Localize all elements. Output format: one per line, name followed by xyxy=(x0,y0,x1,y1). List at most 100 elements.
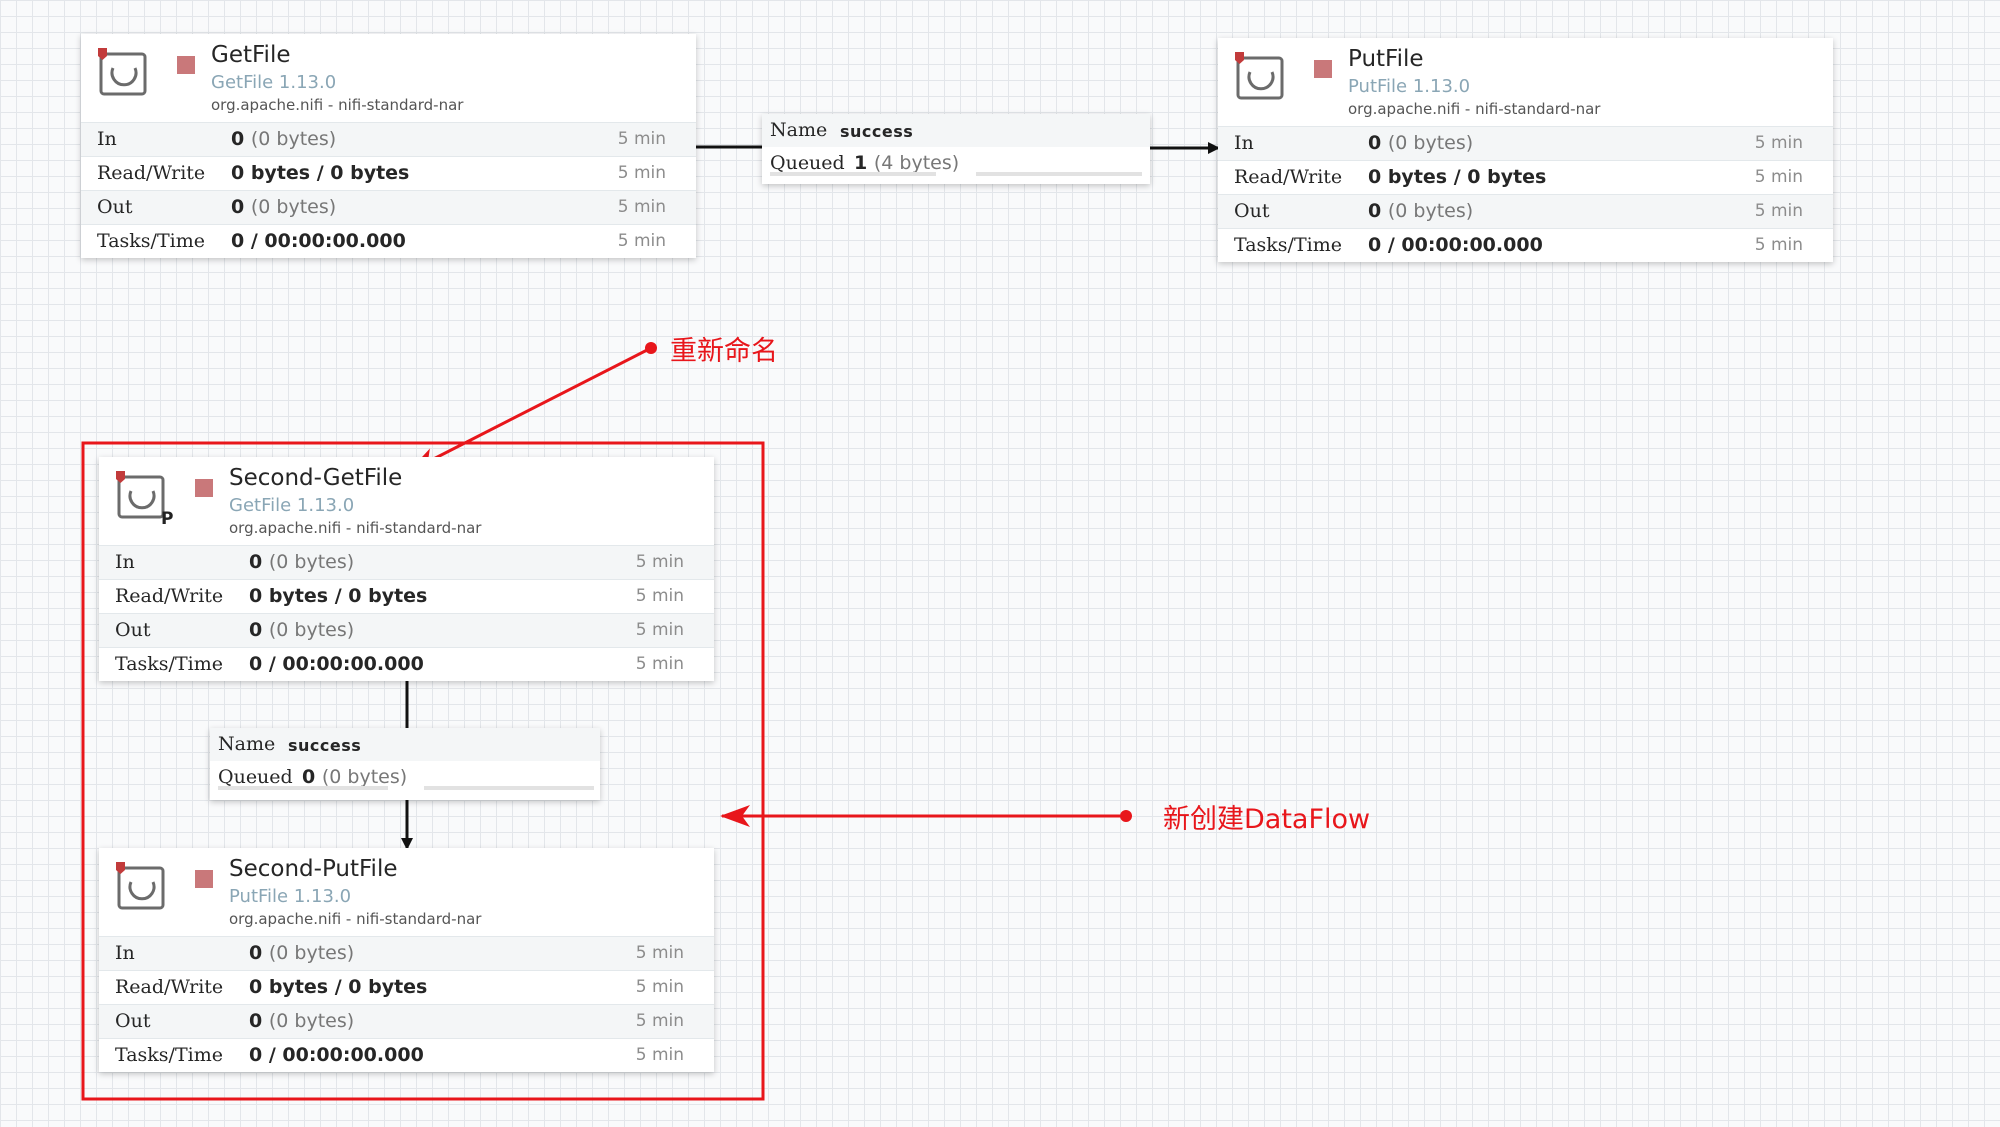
processor-type: PutFile 1.13.0 xyxy=(229,886,352,907)
processor-header: GetFile GetFile 1.13.0 org.apache.nifi -… xyxy=(81,34,696,122)
processor-type: PutFile 1.13.0 xyxy=(1348,76,1471,97)
queued-count: 1 xyxy=(854,152,868,174)
stat-value: 0 (0 bytes) xyxy=(231,128,336,150)
stat-label: Tasks/Time xyxy=(115,653,223,675)
stat-value: 0 bytes / 0 bytes xyxy=(1368,166,1547,188)
processor-bundle: org.apache.nifi - nifi-standard-nar xyxy=(211,96,464,114)
connection-name-row: Name success xyxy=(210,728,600,761)
stat-label: Tasks/Time xyxy=(1234,234,1342,256)
processor-bundle: org.apache.nifi - nifi-standard-nar xyxy=(1348,100,1601,118)
stat-label: Read/Write xyxy=(115,976,224,998)
stat-value: 0 / 00:00:00.000 xyxy=(1368,234,1543,256)
connection-queued-label: Queued xyxy=(770,152,845,174)
processor-icon xyxy=(1232,50,1288,106)
stat-label: Out xyxy=(115,1010,151,1032)
stat-label: In xyxy=(115,942,135,964)
connection-queued-value: 0 (0 bytes) xyxy=(302,766,407,788)
connection-queued-label: Queued xyxy=(218,766,293,788)
processor-second-getfile[interactable]: P Second-GetFile GetFile 1.13.0 org.apac… xyxy=(99,457,714,681)
stat-time: 5 min xyxy=(635,1011,684,1031)
stat-detail: (0 bytes) xyxy=(268,619,355,641)
stat-count: 0 xyxy=(1368,132,1382,154)
stat-label: Read/Write xyxy=(1234,166,1343,188)
stat-count: 0 xyxy=(1368,200,1382,222)
processor-type: GetFile 1.13.0 xyxy=(229,495,355,516)
processor-name: GetFile xyxy=(211,42,291,68)
stat-detail: (0 bytes) xyxy=(1387,200,1474,222)
processor-name: PutFile xyxy=(1348,46,1424,72)
stat-value: 0 (0 bytes) xyxy=(1368,132,1473,154)
stat-row-in: In 0 (0 bytes) 5 min xyxy=(99,545,714,579)
stat-row-out: Out 0 (0 bytes) 5 min xyxy=(81,190,696,224)
stat-count: 0 xyxy=(231,196,245,218)
stat-time: 5 min xyxy=(635,1045,684,1065)
stat-value: 0 bytes / 0 bytes xyxy=(231,162,410,184)
processor-name: Second-GetFile xyxy=(229,465,403,491)
stat-detail: (0 bytes) xyxy=(268,1010,355,1032)
stopped-status-icon[interactable] xyxy=(195,870,213,888)
stat-row-readwrite: Read/Write 0 bytes / 0 bytes 5 min xyxy=(99,970,714,1004)
stat-label: Tasks/Time xyxy=(97,230,205,252)
stat-label: Read/Write xyxy=(97,162,206,184)
stat-row-out: Out 0 (0 bytes) 5 min xyxy=(99,613,714,647)
stat-time: 5 min xyxy=(617,163,666,183)
stat-time: 5 min xyxy=(635,552,684,572)
stat-label: Out xyxy=(115,619,151,641)
stat-detail: (0 bytes) xyxy=(250,128,337,150)
connection-name-row: Name success xyxy=(762,114,1150,147)
stat-value: 0 / 00:00:00.000 xyxy=(249,1044,424,1066)
stat-value: 0 / 00:00:00.000 xyxy=(231,230,406,252)
processor-type: GetFile 1.13.0 xyxy=(211,72,337,93)
stat-label: In xyxy=(1234,132,1254,154)
stat-value: 0 / 00:00:00.000 xyxy=(249,653,424,675)
stat-detail: (0 bytes) xyxy=(1387,132,1474,154)
stat-count: 0 xyxy=(249,1010,263,1032)
stat-detail: (0 bytes) xyxy=(268,942,355,964)
stat-time: 5 min xyxy=(635,620,684,640)
queued-detail: (4 bytes) xyxy=(873,152,960,174)
stat-value: 0 (0 bytes) xyxy=(1368,200,1473,222)
stat-value: 0 (0 bytes) xyxy=(249,942,354,964)
connection-queued-row: Queued 1 (4 bytes) xyxy=(762,147,1150,180)
stat-time: 5 min xyxy=(1754,133,1803,153)
queue-bar xyxy=(424,786,594,790)
connection-success-top[interactable]: Name success Queued 1 (4 bytes) xyxy=(762,114,1150,184)
processor-bundle: org.apache.nifi - nifi-standard-nar xyxy=(229,519,482,537)
stat-row-readwrite: Read/Write 0 bytes / 0 bytes 5 min xyxy=(1218,160,1833,194)
processor-icon xyxy=(113,860,169,916)
stat-time: 5 min xyxy=(617,231,666,251)
connection-success-second[interactable]: Name success Queued 0 (0 bytes) xyxy=(210,728,600,800)
stat-value: 0 (0 bytes) xyxy=(249,1010,354,1032)
stat-count: 0 xyxy=(231,128,245,150)
stat-label: In xyxy=(115,551,135,573)
queued-detail: (0 bytes) xyxy=(321,766,408,788)
stat-value: 0 bytes / 0 bytes xyxy=(249,976,428,998)
stopped-status-icon[interactable] xyxy=(177,56,195,74)
stat-row-in: In 0 (0 bytes) 5 min xyxy=(1218,126,1833,160)
stat-row-tasks: Tasks/Time 0 / 00:00:00.000 5 min xyxy=(99,647,714,681)
stat-time: 5 min xyxy=(1754,235,1803,255)
stat-time: 5 min xyxy=(617,197,666,217)
stopped-status-icon[interactable] xyxy=(1314,60,1332,78)
processor-second-putfile[interactable]: Second-PutFile PutFile 1.13.0 org.apache… xyxy=(99,848,714,1072)
queue-bar xyxy=(218,786,388,790)
connection-name: success xyxy=(288,736,362,755)
processor-header: PutFile PutFile 1.13.0 org.apache.nifi -… xyxy=(1218,38,1833,126)
processor-putfile[interactable]: PutFile PutFile 1.13.0 org.apache.nifi -… xyxy=(1218,38,1833,262)
stat-value: 0 bytes / 0 bytes xyxy=(249,585,428,607)
connection-queued-row: Queued 0 (0 bytes) xyxy=(210,761,600,794)
rename-arrow xyxy=(408,346,652,473)
stat-row-out: Out 0 (0 bytes) 5 min xyxy=(99,1004,714,1038)
primary-node-badge: P xyxy=(161,509,174,529)
connection-name-label: Name xyxy=(218,733,276,755)
stat-count: 0 xyxy=(249,942,263,964)
stat-row-in: In 0 (0 bytes) 5 min xyxy=(99,936,714,970)
processor-icon xyxy=(95,46,151,102)
processor-getfile[interactable]: GetFile GetFile 1.13.0 org.apache.nifi -… xyxy=(81,34,696,258)
stat-time: 5 min xyxy=(617,129,666,149)
stat-time: 5 min xyxy=(1754,167,1803,187)
stopped-status-icon[interactable] xyxy=(195,479,213,497)
stat-time: 5 min xyxy=(1754,201,1803,221)
stat-label: In xyxy=(97,128,117,150)
annotation-rename: 重新命名 xyxy=(670,336,778,367)
